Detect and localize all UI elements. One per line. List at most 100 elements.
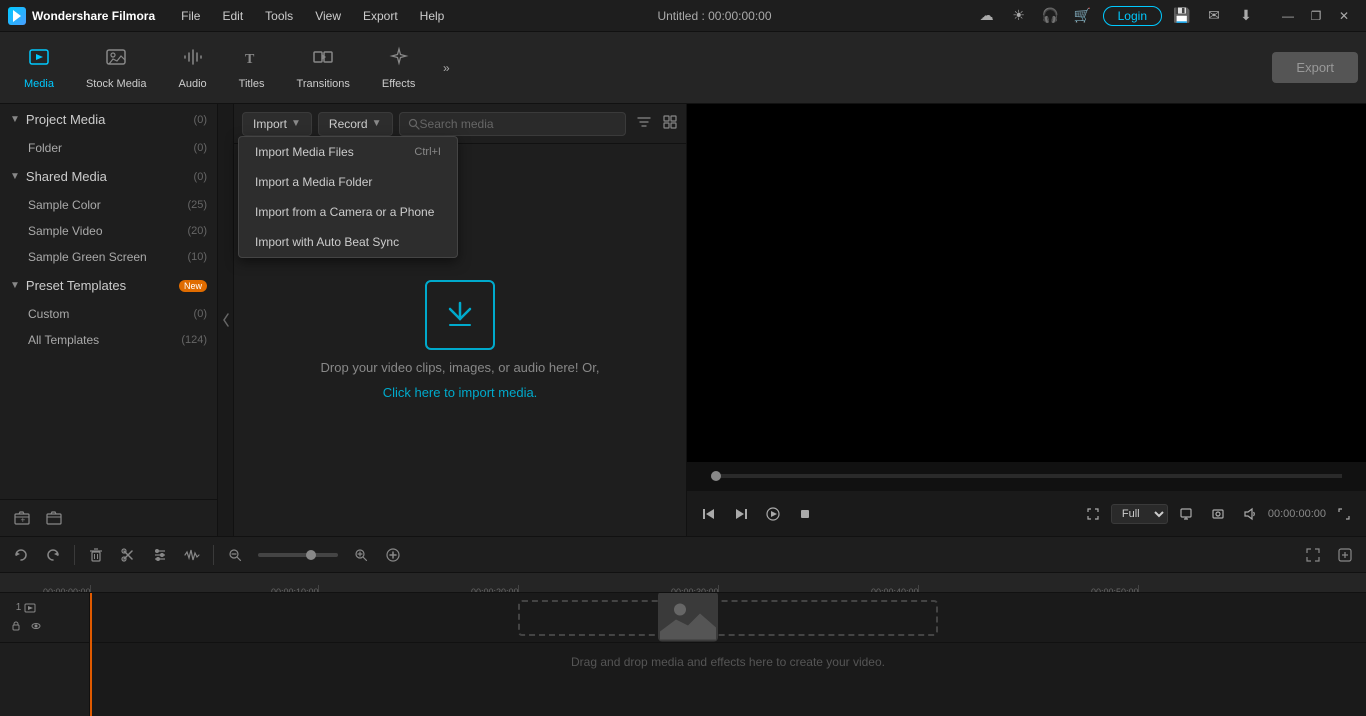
login-button[interactable]: Login <box>1103 6 1162 26</box>
import-camera-label: Import from a Camera or a Phone <box>255 205 434 219</box>
sun-icon[interactable]: ☀ <box>1007 4 1031 28</box>
import-beat-sync-option[interactable]: Import with Auto Beat Sync <box>239 227 457 257</box>
close-button[interactable]: ✕ <box>1330 4 1358 28</box>
import-folder-option[interactable]: Import a Media Folder <box>239 167 457 197</box>
toolbar-audio[interactable]: Audio <box>163 42 223 94</box>
record-button[interactable]: Record ▼ <box>318 112 393 136</box>
preview-skip-forward-button[interactable] <box>727 500 755 528</box>
audio-mixer-button[interactable] <box>147 542 173 568</box>
filter-icon[interactable] <box>636 114 652 133</box>
custom-item[interactable]: Custom (0) <box>0 301 217 327</box>
shared-media-header[interactable]: ▼ Shared Media (0) <box>0 161 217 192</box>
timeline-separator-1 <box>74 545 75 565</box>
headset-icon[interactable]: 🎧 <box>1039 4 1063 28</box>
import-files-option[interactable]: Import Media Files Ctrl+I <box>239 137 457 167</box>
all-templates-item[interactable]: All Templates (124) <box>0 327 217 353</box>
preview-fullscreen-icon[interactable] <box>1079 500 1107 528</box>
preview-skip-back-button[interactable] <box>695 500 723 528</box>
import-folder-button[interactable] <box>42 506 66 530</box>
undo-button[interactable] <box>8 542 34 568</box>
preview-stop-button[interactable] <box>791 500 819 528</box>
cut-button[interactable] <box>115 542 141 568</box>
delete-button[interactable] <box>83 542 109 568</box>
main-area: ▼ Project Media (0) Folder (0) ▼ Shared … <box>0 104 1366 536</box>
preview-play-button[interactable] <box>759 500 787 528</box>
search-input[interactable] <box>420 113 617 135</box>
import-button[interactable]: Import ▼ <box>242 112 312 136</box>
toolbar-effects[interactable]: Effects <box>366 42 431 94</box>
add-folder-button[interactable]: + <box>10 506 34 530</box>
track-1-row <box>90 593 1366 643</box>
project-media-label: Project Media <box>26 112 194 127</box>
left-panel: ▼ Project Media (0) Folder (0) ▼ Shared … <box>0 104 218 536</box>
folder-item[interactable]: Folder (0) <box>0 135 217 161</box>
drop-thumbnail-icon <box>658 593 718 641</box>
toolbar-media[interactable]: Media <box>8 42 70 94</box>
preset-templates-header[interactable]: ▼ Preset Templates New <box>0 270 217 301</box>
toolbar-transitions[interactable]: Transitions <box>281 42 366 94</box>
import-files-label: Import Media Files <box>255 145 354 159</box>
zoom-out-button[interactable] <box>222 542 248 568</box>
sample-color-item[interactable]: Sample Color (25) <box>0 192 217 218</box>
menu-view[interactable]: View <box>305 5 351 27</box>
preview-screen-icon[interactable] <box>1172 500 1200 528</box>
preview-expand-icon[interactable] <box>1330 500 1358 528</box>
panel-collapse-button[interactable] <box>218 104 234 536</box>
track-1-visible-button[interactable] <box>28 618 44 634</box>
drop-placeholder <box>518 600 938 636</box>
folder-count: (0) <box>194 142 207 154</box>
titles-label: Titles <box>239 78 265 90</box>
titlebar: Wondershare Filmora File Edit Tools View… <box>0 0 1366 32</box>
preview-size-select[interactable]: Full 50% 25% Fit <box>1111 504 1168 524</box>
grid-icon[interactable] <box>662 114 678 133</box>
sample-color-label: Sample Color <box>28 198 187 212</box>
preview-video <box>687 104 1366 462</box>
shared-media-label: Shared Media <box>26 169 194 184</box>
menu-file[interactable]: File <box>171 5 210 27</box>
import-camera-option[interactable]: Import from a Camera or a Phone <box>239 197 457 227</box>
zoom-in-button[interactable] <box>348 542 374 568</box>
redo-button[interactable] <box>40 542 66 568</box>
zoom-slider[interactable] <box>258 553 338 557</box>
sample-green-screen-count: (10) <box>187 251 207 263</box>
titles-icon: T <box>241 46 263 74</box>
timeline-expand-button[interactable] <box>1300 542 1326 568</box>
preview-seek-handle <box>711 471 721 481</box>
cloud-icon[interactable]: ☁ <box>975 4 999 28</box>
toolbar-titles[interactable]: T Titles <box>223 42 281 94</box>
toolbar-more-button[interactable]: » <box>431 53 461 83</box>
preview-controls: Full 50% 25% Fit 00:00:00:00 <box>687 490 1366 536</box>
sample-green-screen-item[interactable]: Sample Green Screen (10) <box>0 244 217 270</box>
shared-media-arrow: ▼ <box>10 171 20 182</box>
mail-icon[interactable]: ✉ <box>1202 4 1226 28</box>
import-link[interactable]: Click here to import media. <box>383 385 538 400</box>
download-icon[interactable]: ⬇ <box>1234 4 1258 28</box>
project-media-header[interactable]: ▼ Project Media (0) <box>0 104 217 135</box>
export-button[interactable]: Export <box>1272 52 1358 83</box>
drop-icon-container <box>425 280 495 350</box>
maximize-button[interactable]: ❐ <box>1302 4 1330 28</box>
cart-icon[interactable]: 🛒 <box>1071 4 1095 28</box>
waveform-button[interactable] <box>179 542 205 568</box>
preview-volume-icon[interactable] <box>1236 500 1264 528</box>
preview-seek-bar[interactable] <box>711 474 1342 478</box>
menu-help[interactable]: Help <box>410 5 455 27</box>
timeline-ruler: 00:00:00:00 00:00:10:00 00:00:20:00 00:0… <box>0 573 1366 593</box>
save-icon[interactable]: 💾 <box>1170 4 1194 28</box>
menu-edit[interactable]: Edit <box>212 5 253 27</box>
sample-video-item[interactable]: Sample Video (20) <box>0 218 217 244</box>
menu-tools[interactable]: Tools <box>255 5 303 27</box>
stock-media-icon <box>105 46 127 74</box>
media-label: Media <box>24 78 54 90</box>
preset-templates-label: Preset Templates <box>26 278 173 293</box>
audio-label: Audio <box>179 78 207 90</box>
menu-export[interactable]: Export <box>353 5 408 27</box>
track-1-lock-button[interactable] <box>8 618 24 634</box>
import-dropdown: Import Media Files Ctrl+I Import a Media… <box>238 136 458 258</box>
toolbar-stock-media[interactable]: Stock Media <box>70 42 163 94</box>
preview-screenshot-icon[interactable] <box>1204 500 1232 528</box>
minimize-button[interactable]: — <box>1274 4 1302 28</box>
add-freeze-button[interactable] <box>380 542 406 568</box>
timeline-settings-button[interactable] <box>1332 542 1358 568</box>
timeline-toolbar <box>0 537 1366 573</box>
